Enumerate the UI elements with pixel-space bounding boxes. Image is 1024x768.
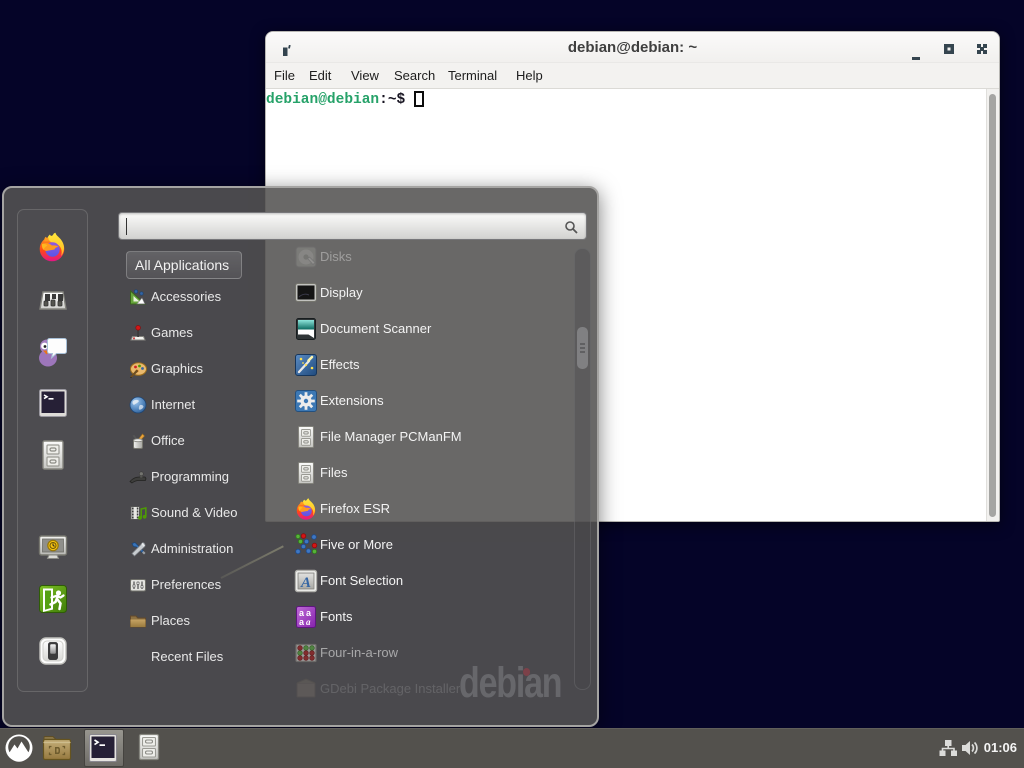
svg-text:A: A bbox=[300, 575, 311, 591]
svg-text:a: a bbox=[306, 617, 311, 627]
